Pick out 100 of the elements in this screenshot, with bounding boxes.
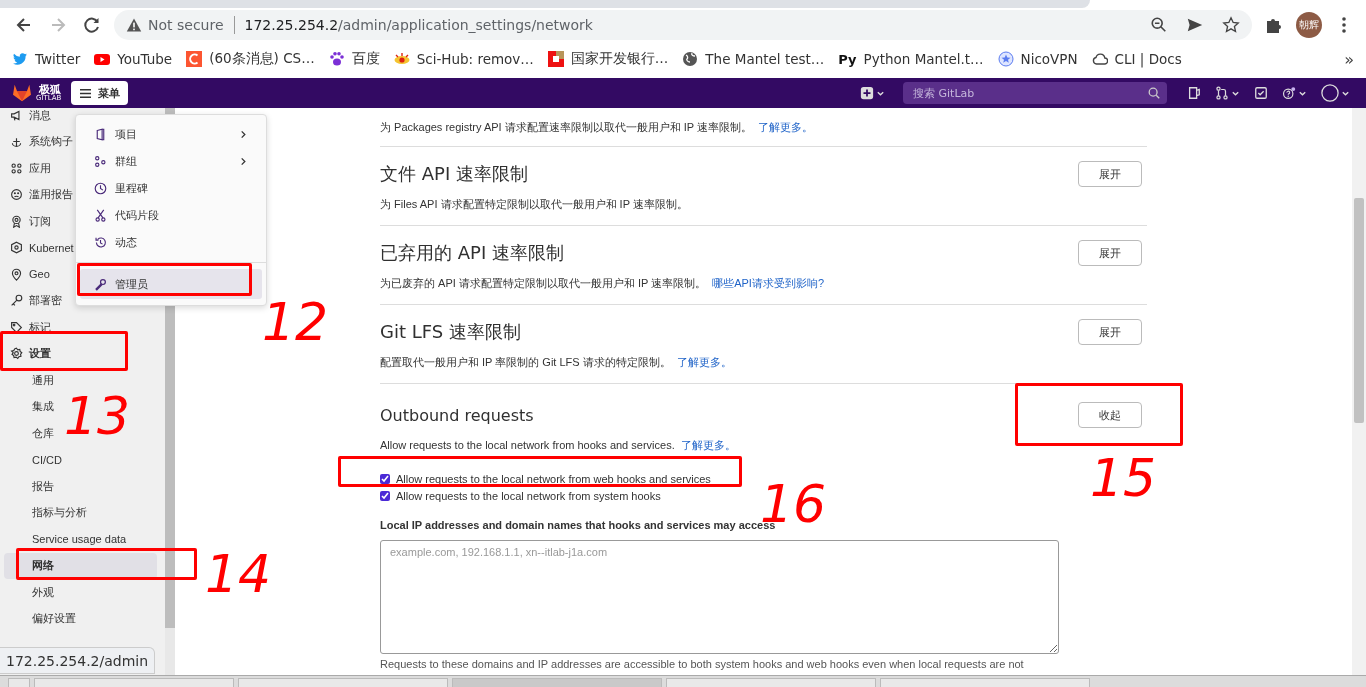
section-title: 已弃用的 API 速率限制 xyxy=(380,241,564,265)
menu-icon xyxy=(79,87,93,99)
sidebar-icon xyxy=(10,214,23,228)
learn-more-link[interactable]: 了解更多。 xyxy=(680,437,736,453)
menu-item-icon xyxy=(94,277,107,291)
sidebar-icon xyxy=(10,108,23,122)
address-bar[interactable]: Not secure 172.25.254.2/admin/application_settings/network xyxy=(114,10,1252,40)
annotation-number: 12 xyxy=(262,296,329,348)
fox-logo-icon[interactable] xyxy=(12,84,32,102)
sidebar-item[interactable]: Kubernet xyxy=(29,241,74,254)
menu-item[interactable]: 群组 xyxy=(80,148,262,175)
menu-item-icon xyxy=(94,236,107,249)
bookmark[interactable]: Twitter xyxy=(35,51,81,67)
sidebar-icon xyxy=(10,188,23,202)
sidebar-icon xyxy=(10,267,23,281)
collapse-button[interactable]: 收起 xyxy=(1078,402,1142,428)
sidebar-subitem[interactable]: 集成 xyxy=(4,393,60,420)
bookmark[interactable]: NicoVPN xyxy=(1020,51,1078,67)
expand-button[interactable]: 展开 xyxy=(1078,161,1142,187)
star-icon[interactable] xyxy=(1222,16,1240,34)
section-description: Allow requests to the local network from hooks and services. xyxy=(380,439,675,451)
bookmark[interactable]: (60条消息) CS… xyxy=(209,50,315,68)
profile-avatar[interactable]: 朝辉 xyxy=(1296,12,1322,38)
learn-more-link[interactable]: 了解更多。 xyxy=(676,354,732,370)
bookmark-logo: Py xyxy=(838,51,857,67)
learn-more-link[interactable]: 了解更多。 xyxy=(758,119,814,135)
reload-icon[interactable] xyxy=(82,15,102,35)
avatar-icon[interactable] xyxy=(1321,84,1339,102)
square-logo-icon xyxy=(547,51,564,67)
sidebar-subitem[interactable]: 报告 xyxy=(4,473,60,500)
bookmark[interactable]: CLI | Docs xyxy=(1114,51,1182,67)
sidebar-subitem[interactable]: Service usage data xyxy=(4,526,133,553)
sidebar-subitem[interactable]: CI/CD xyxy=(4,446,68,473)
globe-icon xyxy=(682,51,699,67)
menu-item[interactable]: 里程碑 xyxy=(80,175,262,202)
bookmark[interactable]: YouTube xyxy=(117,51,173,67)
expand-button[interactable]: 展开 xyxy=(1078,319,1142,345)
section-description: 配置取代一般用户和 IP 率限制的 Git LFS 请求的特定限制。 xyxy=(380,354,671,370)
sidebar-subitem[interactable]: 指标与分析 xyxy=(4,499,93,526)
bookmark[interactable]: 国家开发银行… xyxy=(570,50,669,68)
send-icon[interactable] xyxy=(1186,16,1204,34)
cloud-icon xyxy=(1091,51,1108,67)
plus-icon[interactable] xyxy=(860,86,874,100)
menu-item[interactable]: 项目 xyxy=(80,121,262,148)
c-logo-icon xyxy=(186,51,203,67)
search-field[interactable]: 搜索 GitLab xyxy=(903,82,1167,104)
section-description: 为 Packages registry API 请求配置速率限制以取代一般用户和 IP 速率限制。 xyxy=(380,119,753,135)
sidebar-item[interactable]: 系统钩子 xyxy=(29,134,73,150)
sidebar-item[interactable]: 设置 xyxy=(29,346,51,362)
sidebar-icon xyxy=(10,241,23,255)
search-icon[interactable] xyxy=(1147,86,1161,100)
sidebar-subitem[interactable]: 通用 xyxy=(4,367,60,394)
checkbox-label: Allow requests to the local network from system hooks xyxy=(396,489,661,502)
expand-button[interactable]: 展开 xyxy=(1078,240,1142,266)
bookmark[interactable]: Sci-Hub: remov… xyxy=(416,51,534,67)
merge-request-icon[interactable] xyxy=(1215,86,1229,100)
allowlist-field[interactable]: example.com, 192.168.1.1, xn--itlab-j1a.com xyxy=(380,540,1059,654)
section-description: 为已废弃的 API 请求配置特定限制以取代一般用户和 IP 速率限制。 xyxy=(380,275,707,291)
sidebar-subitem[interactable]: 网络 xyxy=(4,552,157,579)
sidebar-icon xyxy=(10,161,23,175)
sidebar-item[interactable]: 应用 xyxy=(29,160,51,176)
sidebar-subitem[interactable]: 外观 xyxy=(4,579,60,606)
checkbox-label: Allow requests to the local network from web hooks and services xyxy=(396,472,711,485)
eye-icon xyxy=(393,51,410,67)
menu-button[interactable]: 菜单 xyxy=(71,81,129,105)
sidebar-subitem[interactable]: 仓库 xyxy=(4,420,60,447)
bookmark[interactable]: Python Mantel.t… xyxy=(863,51,984,67)
help-icon[interactable] xyxy=(1282,86,1296,100)
todo-icon[interactable] xyxy=(1254,86,1268,100)
menu-item-icon xyxy=(94,182,107,195)
learn-more-link[interactable]: 哪些API请求受到影响? xyxy=(712,275,824,291)
bookmark[interactable]: 百度 xyxy=(351,50,380,68)
section-title: Outbound requests xyxy=(380,405,534,425)
sidebar-item[interactable]: 部署密 xyxy=(29,293,62,309)
checkbox[interactable] xyxy=(380,473,390,484)
bookmark[interactable]: The Mantel test… xyxy=(705,51,825,67)
menu-item-icon xyxy=(94,209,107,222)
issues-icon[interactable] xyxy=(1187,86,1201,100)
section-title: Git LFS 速率限制 xyxy=(380,320,521,344)
sidebar-item[interactable]: 消息 xyxy=(29,108,51,123)
sidebar-icon xyxy=(10,294,23,308)
sidebar-icon xyxy=(10,347,23,361)
menu-item[interactable]: 动态 xyxy=(80,229,262,256)
sidebar-icon xyxy=(10,320,23,334)
search-input[interactable]: 搜索 GitLab xyxy=(911,85,1147,101)
star-badge-icon xyxy=(997,51,1014,67)
menu-item[interactable]: 代码片段 xyxy=(80,202,262,229)
section-title: 文件 API 速率限制 xyxy=(380,162,528,186)
help-text: Requests to these domains and IP addresses are accessible to both system hooks and web hooks even when local requests are not xyxy=(380,657,1025,671)
sidebar-subitem[interactable]: 偏好设置 xyxy=(4,605,82,632)
logo-text: 极狐 xyxy=(39,84,62,95)
menu-item-icon xyxy=(94,155,107,168)
sidebar-item[interactable]: 订阅 xyxy=(29,213,51,229)
sidebar-item[interactable]: 滥用报告 xyxy=(29,187,73,203)
zoom-out-icon[interactable] xyxy=(1150,16,1168,34)
bookmarks-overflow[interactable]: » xyxy=(1344,49,1354,69)
scrollbar-thumb[interactable] xyxy=(1354,198,1364,423)
checkbox[interactable] xyxy=(380,490,390,501)
sidebar-item[interactable]: Geo xyxy=(29,268,50,281)
annotation-number: 13 xyxy=(64,390,131,442)
